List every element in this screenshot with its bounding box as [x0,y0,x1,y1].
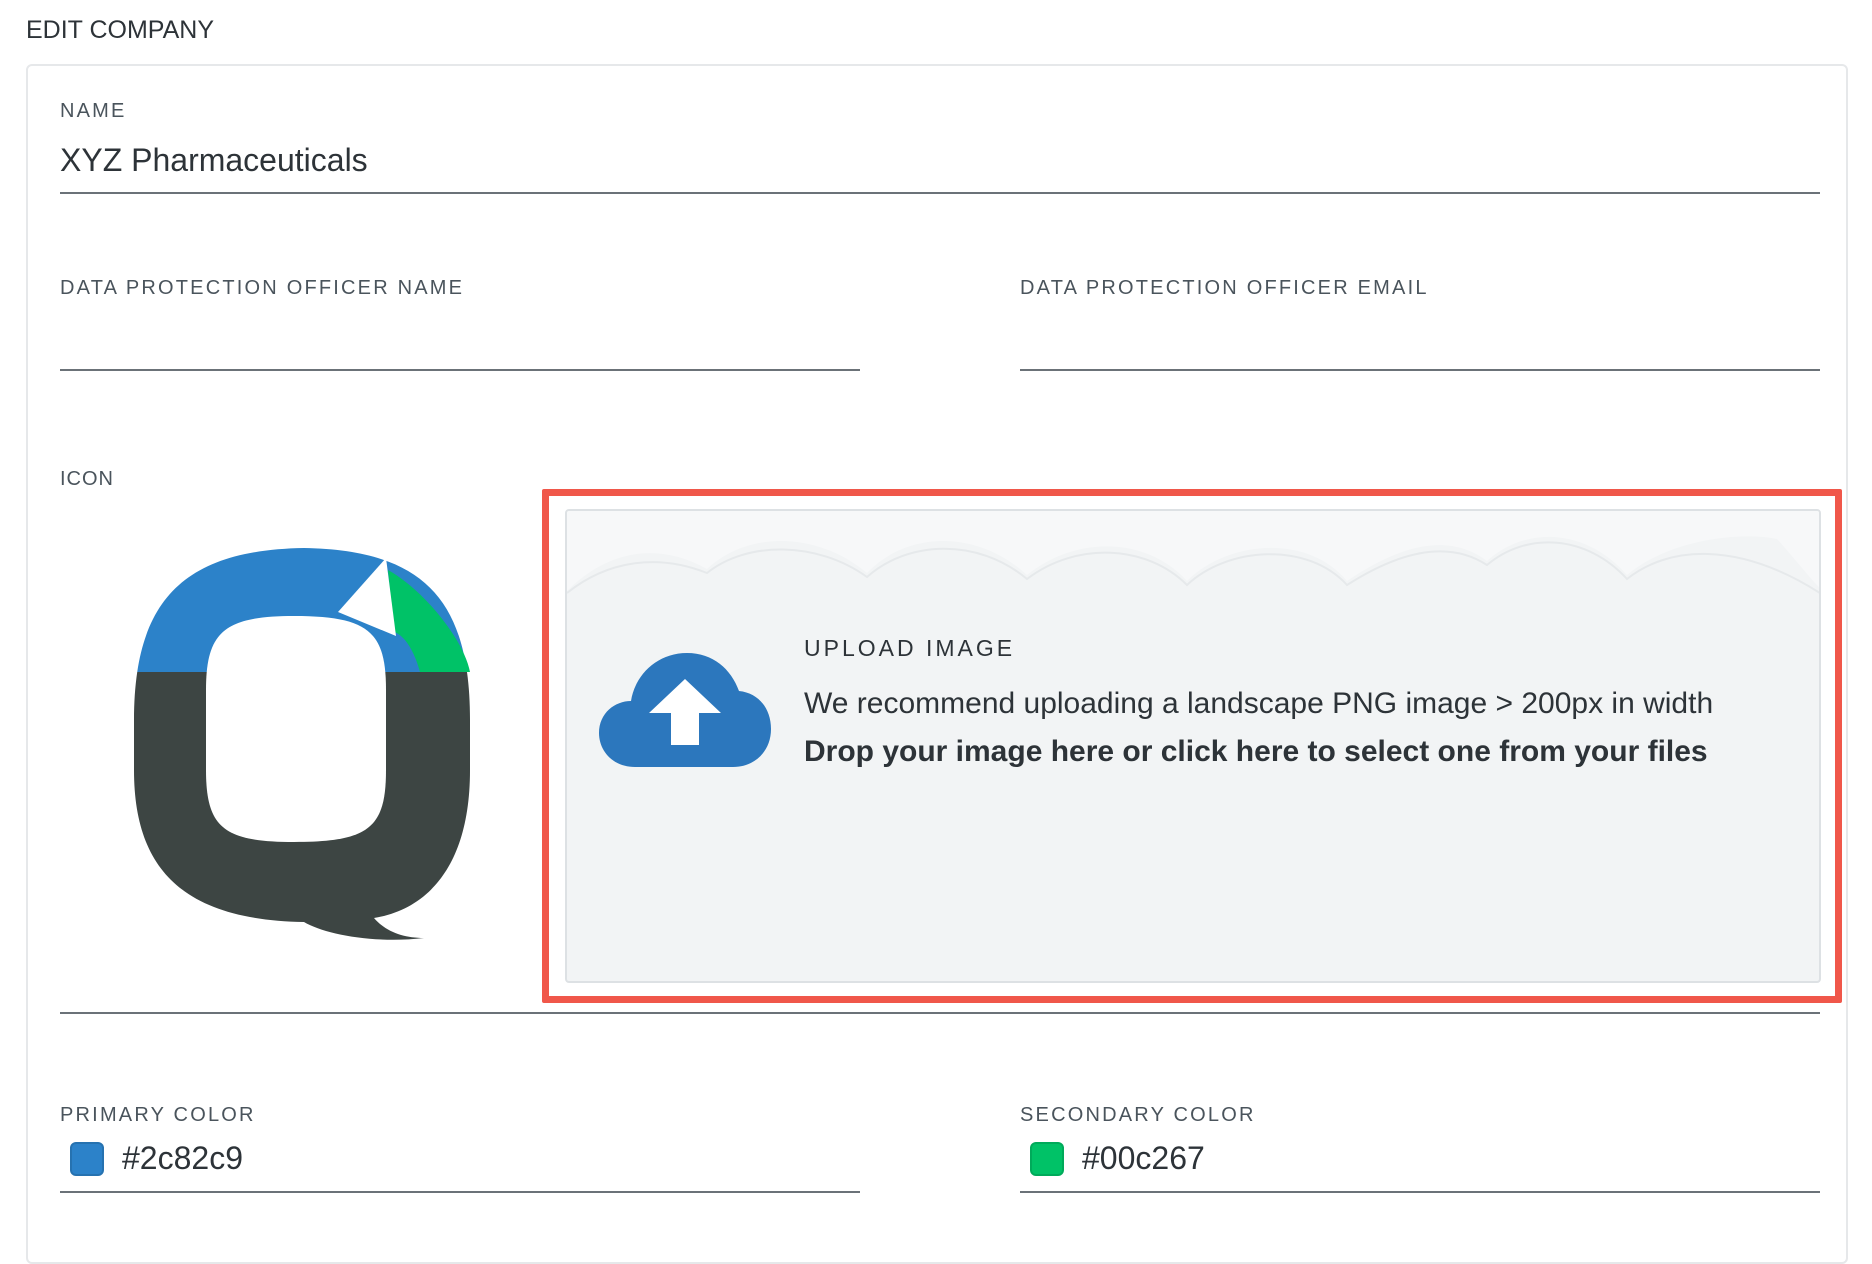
primary-color-input[interactable]: #2c82c9 [122,1140,243,1177]
dpo-name-input[interactable] [60,318,860,362]
image-dropzone[interactable]: UPLOAD IMAGE We recommend uploading a la… [565,509,1821,983]
dpo-name-underline [60,369,860,371]
dpo-email-underline [1020,369,1820,371]
dpo-email-label: DATA PROTECTION OFFICER EMAIL [1020,277,1429,299]
secondary-color-input[interactable]: #00c267 [1082,1140,1205,1177]
company-logo-image [134,548,470,940]
name-label: NAME [60,100,127,122]
secondary-color-underline [1020,1191,1820,1193]
upload-title: UPLOAD IMAGE [804,635,1016,661]
primary-color-label: PRIMARY COLOR [60,1104,256,1126]
upload-hint: We recommend uploading a landscape PNG i… [804,687,1714,720]
page-title: EDIT COMPANY [26,16,214,44]
secondary-color-swatch[interactable] [1030,1142,1064,1176]
icon-label: ICON [60,468,114,490]
dpo-name-label: DATA PROTECTION OFFICER NAME [60,277,465,299]
secondary-color-label: SECONDARY COLOR [1020,1104,1256,1126]
icon-underline [60,1012,1820,1014]
cloud-upload-icon [599,653,771,767]
primary-color-swatch[interactable] [70,1142,104,1176]
name-underline [60,192,1820,194]
dropzone-cloud-decoration [567,511,1819,594]
upload-call-to-action[interactable]: Drop your image here or click here to se… [804,735,1708,769]
name-input[interactable]: XYZ Pharmaceuticals [60,142,368,179]
dpo-email-input[interactable] [1020,318,1820,362]
primary-color-underline [60,1191,860,1193]
